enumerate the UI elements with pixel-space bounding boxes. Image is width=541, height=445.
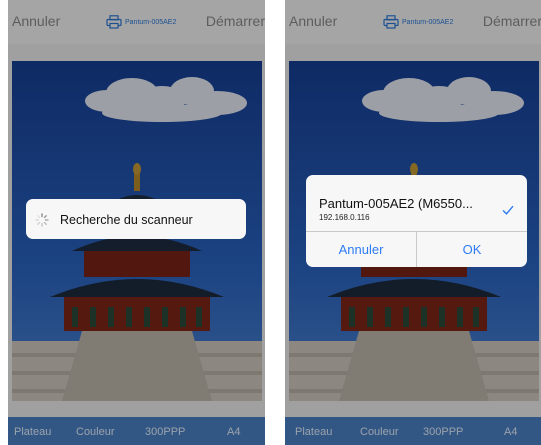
checkmark-icon xyxy=(502,205,514,215)
scanner-list-item[interactable]: Pantum-005AE2 (M6550... 192.168.0.116 xyxy=(306,175,527,230)
scanner-search-screen: Annuler Pantum-005AE2 Démarrer Plateau C… xyxy=(8,0,265,445)
scanner-ip: 192.168.0.116 xyxy=(319,213,370,222)
dialog-cancel-button[interactable]: Annuler xyxy=(306,232,416,267)
scanner-name: Pantum-005AE2 (M6550... xyxy=(319,196,473,211)
spinner-icon xyxy=(35,213,49,227)
searching-message: Recherche du scanneur xyxy=(60,213,193,227)
scanner-select-dialog: Pantum-005AE2 (M6550... 192.168.0.116 An… xyxy=(306,175,527,267)
searching-toast: Recherche du scanneur xyxy=(26,199,246,239)
dialog-ok-button[interactable]: OK xyxy=(417,232,527,267)
scanner-select-screen: Annuler Pantum-005AE2 Démarrer Plateau C… xyxy=(285,0,541,445)
